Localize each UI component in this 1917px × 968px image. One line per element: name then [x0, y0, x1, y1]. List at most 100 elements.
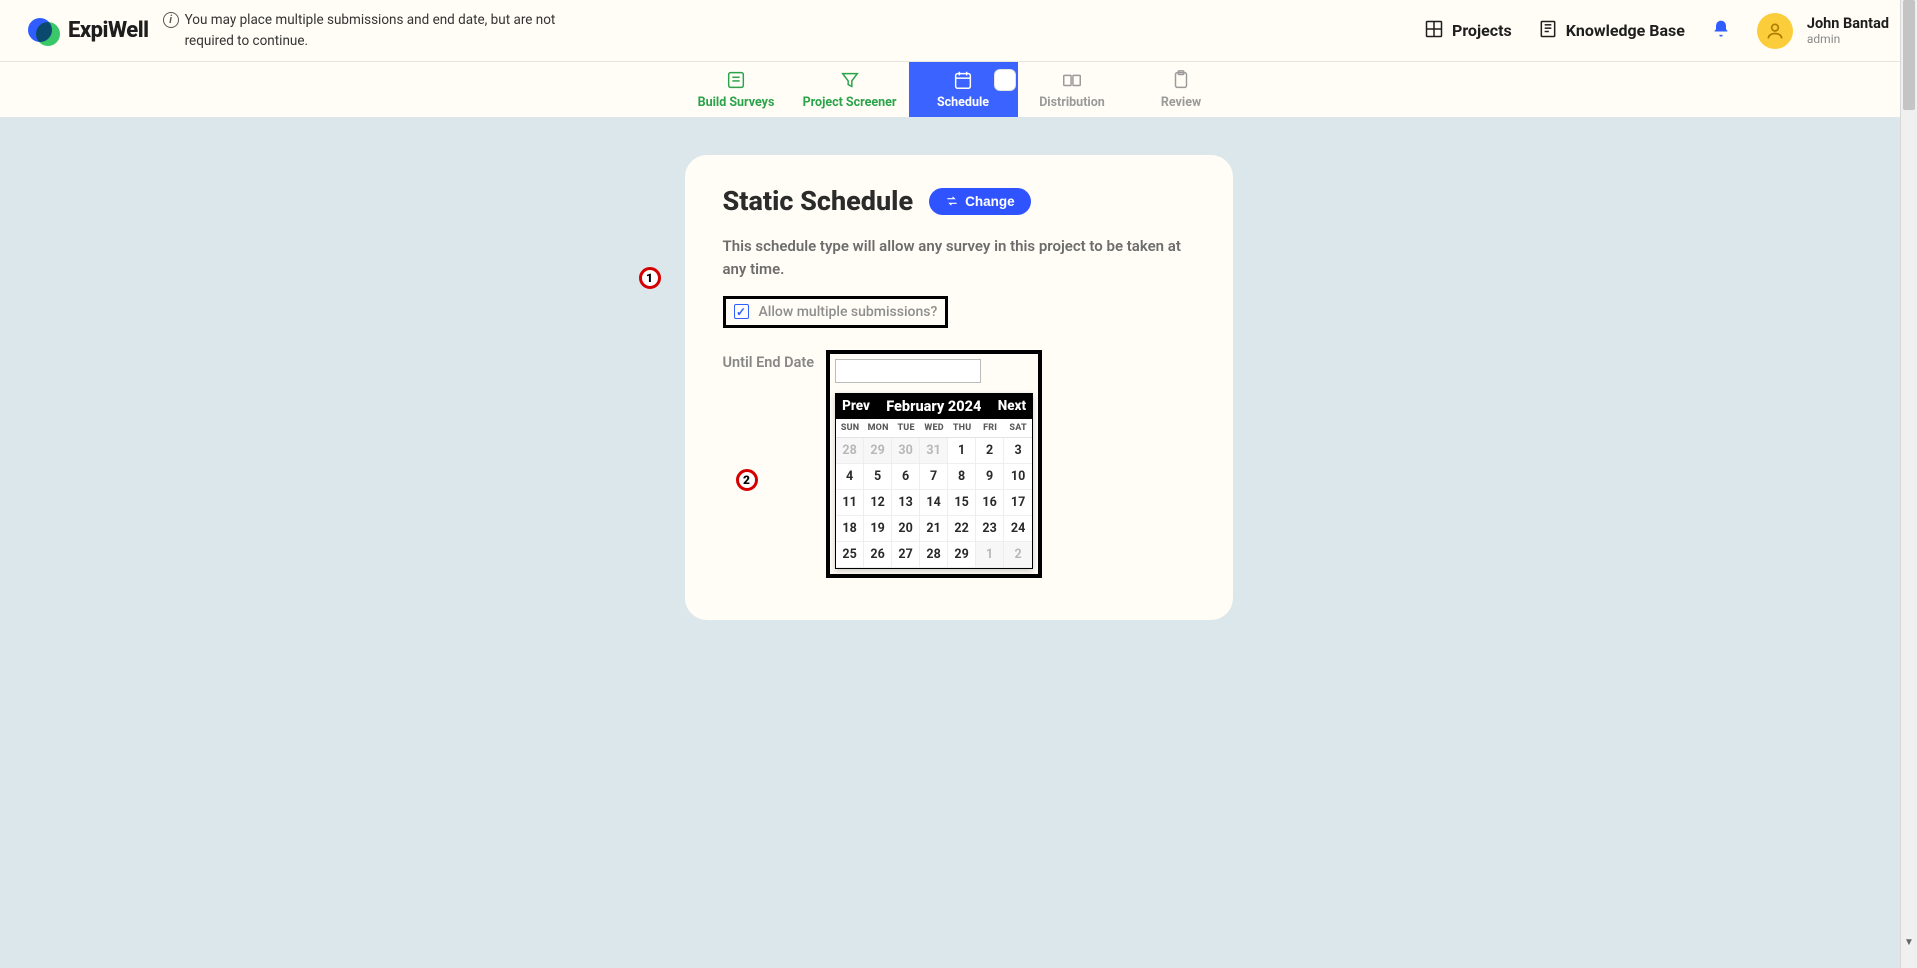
calendar-day[interactable]: 17	[1004, 490, 1032, 516]
calendar-day[interactable]: 6	[892, 464, 920, 490]
calendar-day: 30	[892, 438, 920, 464]
calendar-day[interactable]: 9	[976, 464, 1004, 490]
calendar-prev-button[interactable]: Prev	[842, 398, 870, 414]
nav-knowledge-base[interactable]: Knowledge Base	[1538, 19, 1685, 43]
annotation-marker-1: 1	[639, 267, 661, 289]
logo-mark-icon	[28, 16, 58, 46]
calendar-day: 2	[1004, 542, 1032, 568]
end-date-input[interactable]	[835, 359, 981, 383]
nav-kb-label: Knowledge Base	[1566, 21, 1685, 40]
annotation-marker-2: 2	[736, 469, 758, 491]
calendar-day[interactable]: 12	[864, 490, 892, 516]
calendar-day[interactable]: 4	[836, 464, 864, 490]
calendar-grid: SUNMONTUEWEDTHUFRISAT2829303112345678910…	[836, 419, 1032, 568]
header-info: i You may place multiple submissions and…	[163, 10, 563, 51]
card-title: Static Schedule	[723, 185, 914, 217]
calendar-day[interactable]: 26	[864, 542, 892, 568]
calendar-dow: TUE	[892, 419, 920, 438]
allow-multiple-checkbox[interactable]	[734, 304, 749, 319]
card-description: This schedule type will allow any survey…	[723, 235, 1183, 282]
calendar-dow: FRI	[976, 419, 1004, 438]
nav-projects[interactable]: Projects	[1424, 19, 1512, 43]
brand-logo[interactable]: ExpiWell	[28, 16, 149, 46]
calendar-day[interactable]: 14	[920, 490, 948, 516]
calendar-day[interactable]: 20	[892, 516, 920, 542]
scroll-down-arrow-icon[interactable]: ▼	[1901, 934, 1917, 951]
avatar-icon	[1757, 13, 1793, 49]
calendar-day[interactable]: 11	[836, 490, 864, 516]
schedule-card: 1 2 Static Schedule Change This schedule…	[685, 155, 1233, 620]
calendar-day[interactable]: 24	[1004, 516, 1032, 542]
change-schedule-button[interactable]: Change	[929, 188, 1031, 215]
tab-distribution[interactable]: Distribution	[1018, 62, 1127, 117]
user-menu[interactable]: John Bantad admin	[1757, 13, 1889, 49]
calendar-dow: MON	[864, 419, 892, 438]
calendar-dow: SUN	[836, 419, 864, 438]
calendar-day: 28	[836, 438, 864, 464]
distribution-icon	[1061, 69, 1083, 91]
allow-multiple-label: Allow multiple submissions?	[759, 304, 938, 320]
calendar-dow: SAT	[1004, 419, 1032, 438]
nav-projects-label: Projects	[1452, 21, 1512, 40]
calendar-day[interactable]: 21	[920, 516, 948, 542]
calendar-day[interactable]: 27	[892, 542, 920, 568]
user-role: admin	[1807, 32, 1889, 46]
calendar-dow: WED	[920, 419, 948, 438]
header-info-text: You may place multiple submissions and e…	[185, 10, 563, 51]
calendar-day[interactable]: 22	[948, 516, 976, 542]
calendar-day[interactable]: 23	[976, 516, 1004, 542]
tab-build-label: Build Surveys	[698, 95, 775, 110]
allow-multiple-row: Allow multiple submissions?	[723, 296, 949, 328]
calendar-day[interactable]: 8	[948, 464, 976, 490]
calendar-day[interactable]: 15	[948, 490, 976, 516]
tab-schedule-label: Schedule	[937, 95, 989, 110]
tab-review-label: Review	[1161, 95, 1201, 110]
calendar-next-button[interactable]: Next	[998, 398, 1026, 414]
change-button-label: Change	[965, 194, 1015, 209]
tab-screener-label: Project Screener	[803, 95, 897, 110]
tab-distribution-label: Distribution	[1039, 95, 1105, 110]
info-icon: i	[163, 12, 179, 28]
calendar-day[interactable]: 5	[864, 464, 892, 490]
calendar-day[interactable]: 29	[948, 542, 976, 568]
calendar-day[interactable]: 28	[920, 542, 948, 568]
calendar-day[interactable]: 16	[976, 490, 1004, 516]
calendar-day[interactable]: 18	[836, 516, 864, 542]
tab-build-surveys[interactable]: Build Surveys	[682, 62, 791, 117]
calendar-day[interactable]: 19	[864, 516, 892, 542]
calendar-dow: THU	[948, 419, 976, 438]
user-name: John Bantad	[1807, 15, 1889, 32]
clipboard-icon	[1170, 69, 1192, 91]
brand-name: ExpiWell	[68, 18, 149, 43]
scroll-thumb[interactable]	[1903, 0, 1915, 110]
calendar-day[interactable]: 13	[892, 490, 920, 516]
tab-schedule[interactable]: Schedule	[909, 62, 1018, 117]
calendar-day: 29	[864, 438, 892, 464]
date-picker-container: Prev February 2024 Next SUNMONTUEWEDTHUF…	[826, 350, 1042, 578]
skip-forward-icon[interactable]	[995, 70, 1015, 90]
calendar-day[interactable]: 1	[948, 438, 976, 464]
window-scrollbar[interactable]: ▲ ▼	[1900, 0, 1917, 968]
main-canvas: 1 2 Static Schedule Change This schedule…	[0, 117, 1917, 968]
calendar-icon	[952, 69, 974, 91]
tab-project-screener[interactable]: Project Screener	[791, 62, 909, 117]
survey-icon	[725, 69, 747, 91]
calendar-day[interactable]: 7	[920, 464, 948, 490]
calendar-day[interactable]: 2	[976, 438, 1004, 464]
book-icon	[1538, 19, 1558, 43]
calendar-day[interactable]: 25	[836, 542, 864, 568]
workflow-tabs: Build Surveys Project Screener Schedule …	[0, 62, 1917, 117]
calendar-month-title: February 2024	[886, 398, 981, 415]
notifications-button[interactable]	[1711, 19, 1731, 43]
calendar-day: 1	[976, 542, 1004, 568]
funnel-icon	[839, 69, 861, 91]
swap-icon	[945, 194, 959, 208]
calendar-day[interactable]: 10	[1004, 464, 1032, 490]
tab-review[interactable]: Review	[1127, 62, 1236, 117]
grid-icon	[1424, 19, 1444, 43]
app-header: ExpiWell i You may place multiple submis…	[0, 0, 1917, 62]
calendar-popup: Prev February 2024 Next SUNMONTUEWEDTHUF…	[835, 393, 1033, 569]
end-date-label: Until End Date	[723, 350, 815, 371]
calendar-day[interactable]: 3	[1004, 438, 1032, 464]
calendar-day: 31	[920, 438, 948, 464]
